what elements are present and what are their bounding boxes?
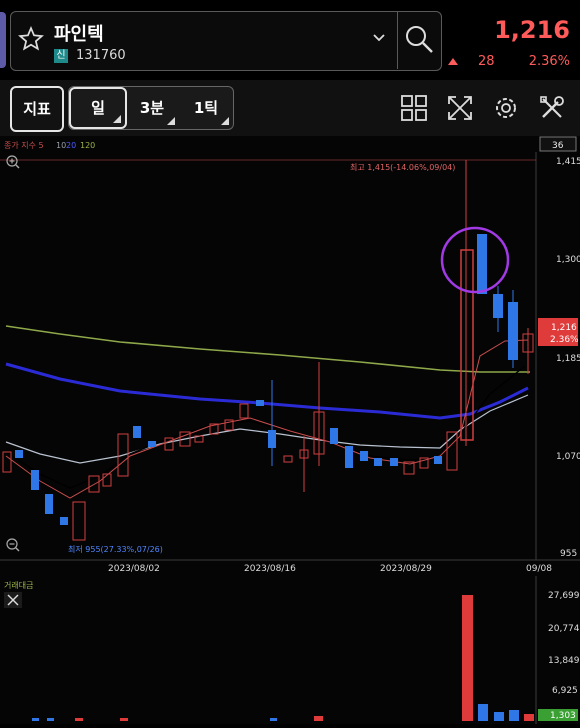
price-chart-panel[interactable]: 종가 지수 5 10 20 120 36 최고 1,415(-14.06%,09… (0, 136, 580, 576)
period-selector: 일 3분 1틱 (68, 86, 234, 130)
candle (60, 517, 68, 525)
market-badge: 신 (54, 49, 68, 63)
date-label-0908: 09/08 (526, 564, 552, 574)
search-divider (397, 11, 398, 69)
volume-label-13849: 13,849 (548, 656, 580, 666)
volume-bar (32, 718, 39, 721)
high-annotation: 최고 1,415(-14.06%,09/04) (350, 162, 455, 172)
volume-bar (494, 712, 504, 721)
search-icon[interactable] (402, 22, 436, 56)
price-label-1070: 1,070 (556, 452, 580, 462)
candle (268, 430, 276, 448)
candle (345, 446, 353, 468)
period-daily-button[interactable]: 일 (69, 87, 127, 129)
volume-bar (120, 718, 128, 721)
highlight-circle-annotation (440, 226, 510, 294)
close-icon[interactable] (4, 592, 22, 608)
volume-bar (509, 710, 519, 721)
indicator-button[interactable]: 지표 (10, 86, 64, 132)
corner-menu-indicator (113, 115, 121, 123)
ma20-line (5, 362, 529, 420)
layout-grid-icon[interactable] (400, 94, 428, 122)
candle (31, 470, 39, 490)
volume-label-20774: 20,774 (548, 624, 580, 634)
candle (460, 249, 474, 441)
volume-chart[interactable]: 거래대금 27,699 20,774 13,849 6,925 1,303 (0, 576, 580, 724)
volume-label-27699: 27,699 (548, 591, 580, 601)
volume-bar (462, 595, 473, 721)
candle (45, 494, 53, 514)
current-volume-tag-value: 1,303 (550, 711, 576, 721)
volume-label-6925: 6,925 (552, 686, 578, 696)
corner-menu-indicator (167, 117, 175, 125)
legend-ma20: 20 (66, 141, 76, 150)
stock-header: 파인텍 신 131760 1,216 28 2.36% (0, 0, 580, 80)
count-box-label: 36 (552, 141, 564, 151)
ma120-line (5, 325, 530, 373)
price-label-955: 955 (560, 549, 577, 559)
price-label-1300: 1,300 (556, 255, 580, 265)
candle (434, 456, 442, 464)
tools-icon[interactable] (538, 94, 566, 122)
settings-gear-icon[interactable] (492, 94, 520, 122)
ma5-red-line (5, 339, 529, 499)
candle (133, 426, 141, 438)
corner-menu-indicator (221, 117, 229, 125)
zoom-in-icon[interactable] (6, 155, 20, 169)
candle (508, 302, 518, 360)
date-label-0829: 2023/08/29 (380, 564, 432, 574)
period-1tick-button[interactable]: 1틱 (179, 87, 233, 129)
candle (390, 458, 398, 466)
chevron-down-icon[interactable] (371, 30, 387, 46)
price-label-1185: 1,185 (556, 354, 580, 364)
candle (148, 441, 156, 447)
candle (493, 294, 503, 318)
volume-bar (314, 716, 323, 721)
price-label-1415: 1,415 (556, 157, 580, 167)
volume-bar (478, 704, 488, 721)
legend-ma10: 10 (56, 141, 66, 150)
stock-name: 파인텍 (54, 24, 104, 45)
volume-bar (75, 718, 83, 721)
candle (15, 450, 23, 458)
change-amount: 28 (478, 54, 495, 69)
candle (360, 451, 368, 461)
candle (374, 458, 382, 466)
date-label-0802: 2023/08/02 (108, 564, 160, 574)
volume-title: 거래대금 (4, 581, 33, 590)
date-label-0816: 2023/08/16 (244, 564, 296, 574)
period-1tick-label: 1틱 (193, 99, 219, 117)
volume-bar (524, 714, 534, 721)
volume-chart-panel[interactable]: 거래대금 27,699 20,774 13,849 6,925 1,303 (0, 576, 580, 724)
legend-ma120: 120 (80, 141, 95, 150)
volume-bar (47, 718, 54, 721)
volume-bar (270, 718, 277, 721)
stock-code: 131760 (76, 48, 126, 63)
candle (477, 234, 487, 294)
price-chart[interactable]: 종가 지수 5 10 20 120 36 최고 1,415(-14.06%,09… (0, 136, 580, 576)
period-3min-label: 3분 (139, 99, 165, 117)
ma10-line (5, 394, 529, 464)
up-triangle-icon (448, 58, 458, 65)
candle (72, 501, 86, 541)
current-price-tag-percent: 2.36% (550, 335, 579, 345)
current-price: 1,216 (494, 16, 570, 44)
volume-bars (32, 595, 534, 721)
candle (283, 455, 293, 463)
zoom-out-icon[interactable] (6, 538, 20, 552)
period-daily-label: 일 (91, 99, 105, 117)
expand-icon[interactable] (446, 94, 474, 122)
current-price-tag-value: 1,216 (551, 323, 577, 333)
period-3min-button[interactable]: 3분 (125, 87, 179, 129)
low-annotation: 최저 955(27.33%,07/26) (68, 544, 163, 554)
legend-price-ma5: 종가 지수 5 (4, 141, 44, 150)
change-percent: 2.36% (528, 54, 570, 69)
candle (239, 403, 249, 419)
left-edge-tab[interactable] (0, 12, 6, 68)
favorite-star-icon[interactable] (18, 26, 44, 52)
candle (330, 428, 338, 444)
candle (256, 400, 264, 406)
